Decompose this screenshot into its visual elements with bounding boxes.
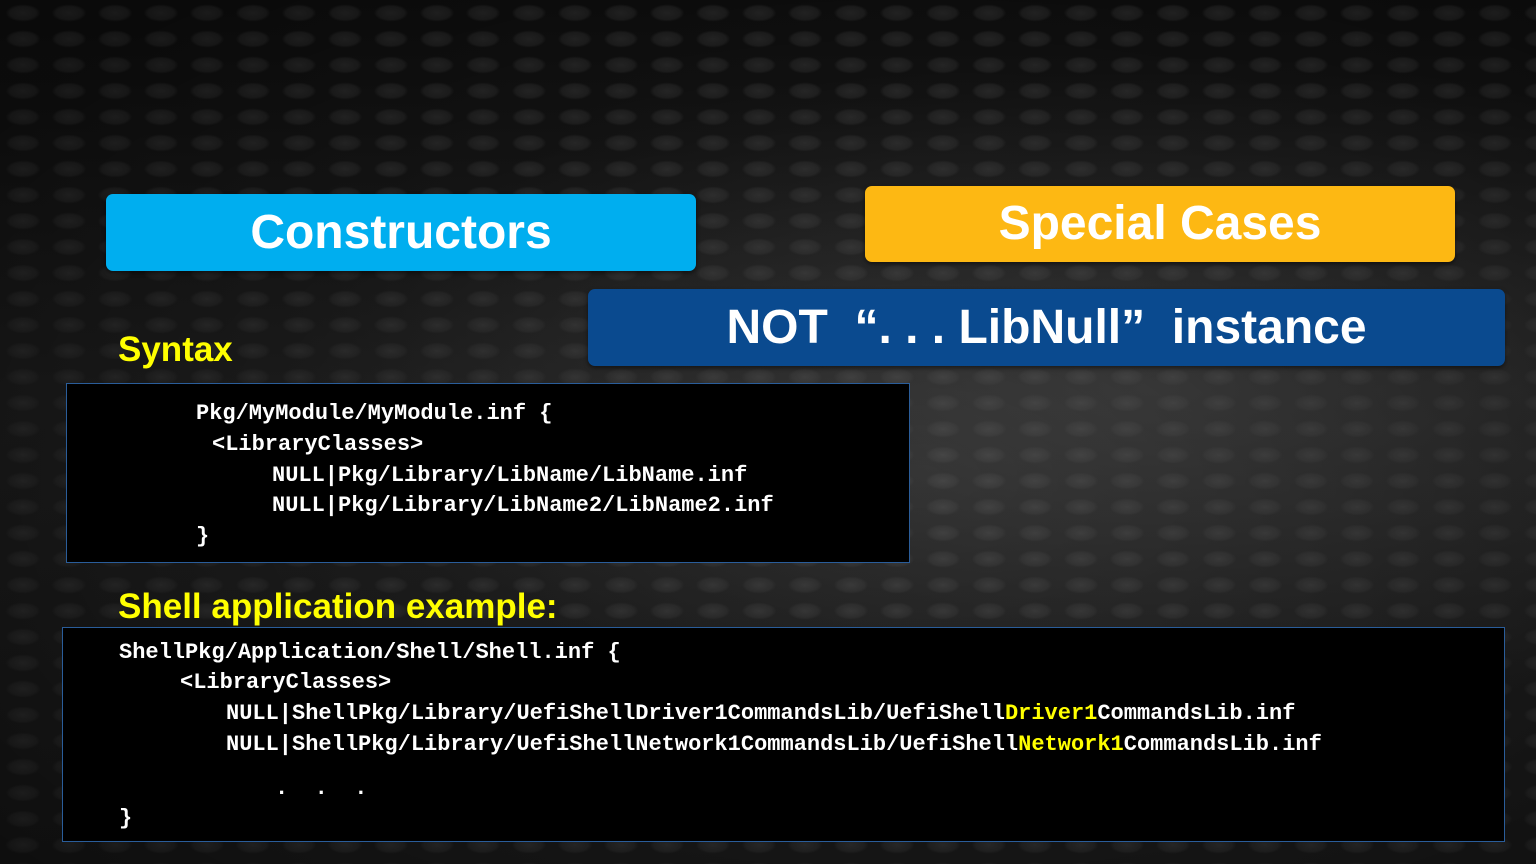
- shell-example-heading: Shell application example:: [118, 587, 558, 626]
- code-segment: CommandsLib.inf: [1097, 701, 1296, 726]
- code-line: NULL|ShellPkg/Library/UefiShellDriver1Co…: [226, 699, 1295, 729]
- code-line: }: [119, 806, 133, 831]
- constructors-banner: Constructors: [106, 194, 696, 271]
- syntax-heading: Syntax: [118, 330, 233, 369]
- not-libnull-banner: NOT “. . . LibNull” instance: [588, 289, 1505, 366]
- code-line: }: [196, 524, 210, 549]
- code-segment: NULL|ShellPkg/Library/UefiShellDriver1Co…: [226, 701, 1005, 726]
- code-segment: CommandsLib.inf: [1123, 732, 1322, 757]
- code-line: NULL|Pkg/Library/LibName/LibName.inf: [272, 463, 748, 488]
- code-ellipsis: . . .: [275, 776, 368, 801]
- syntax-code-block: Pkg/MyModule/MyModule.inf { <LibraryClas…: [66, 383, 910, 563]
- shell-code-block: ShellPkg/Application/Shell/Shell.inf { <…: [62, 627, 1505, 842]
- code-line: NULL|Pkg/Library/LibName2/LibName2.inf: [272, 493, 774, 518]
- code-highlight: Network1: [1018, 732, 1124, 757]
- code-highlight: Driver1: [1004, 701, 1098, 726]
- code-line: ShellPkg/Application/Shell/Shell.inf {: [119, 640, 621, 665]
- code-line: Pkg/MyModule/MyModule.inf {: [196, 401, 553, 426]
- special-cases-banner: Special Cases: [865, 186, 1455, 262]
- code-line: NULL|ShellPkg/Library/UefiShellNetwork1C…: [226, 730, 1322, 760]
- code-line: <LibraryClasses>: [212, 432, 424, 457]
- code-segment: NULL|ShellPkg/Library/UefiShellNetwork1C…: [226, 732, 1019, 757]
- code-line: <LibraryClasses>: [180, 670, 392, 695]
